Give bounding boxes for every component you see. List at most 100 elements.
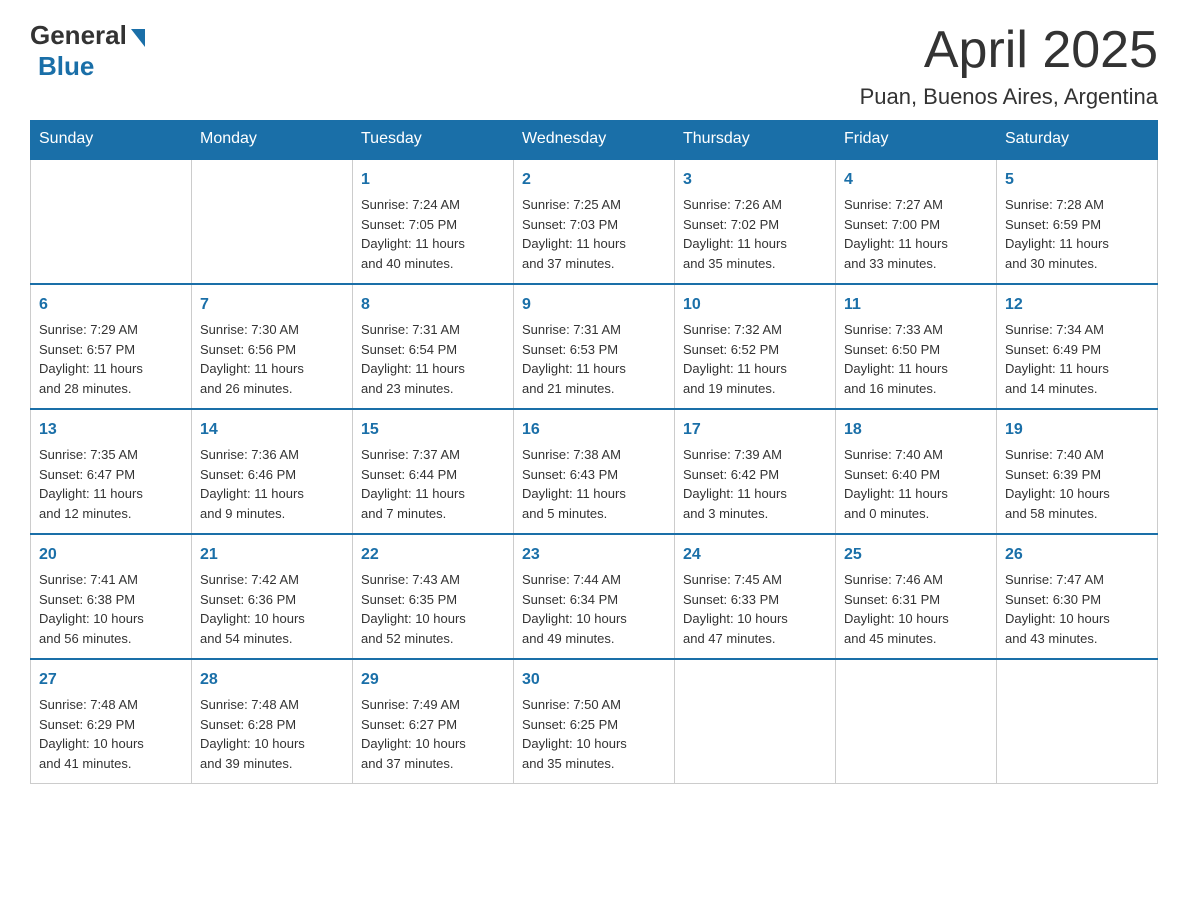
day-info-line: Daylight: 10 hours bbox=[200, 609, 344, 629]
month-title: April 2025 bbox=[860, 20, 1158, 80]
location-text: Puan, Buenos Aires, Argentina bbox=[860, 84, 1158, 110]
calendar-day-header: Tuesday bbox=[353, 120, 514, 159]
calendar-cell: 10Sunrise: 7:32 AMSunset: 6:52 PMDayligh… bbox=[675, 284, 836, 409]
calendar-cell: 15Sunrise: 7:37 AMSunset: 6:44 PMDayligh… bbox=[353, 409, 514, 534]
calendar-day-header: Monday bbox=[192, 120, 353, 159]
calendar-cell: 20Sunrise: 7:41 AMSunset: 6:38 PMDayligh… bbox=[31, 534, 192, 659]
day-info-line: and 14 minutes. bbox=[1005, 379, 1149, 399]
day-info-line: Daylight: 10 hours bbox=[522, 609, 666, 629]
calendar-cell: 19Sunrise: 7:40 AMSunset: 6:39 PMDayligh… bbox=[997, 409, 1158, 534]
day-info-line: Sunrise: 7:38 AM bbox=[522, 445, 666, 465]
day-info-line: Daylight: 10 hours bbox=[361, 609, 505, 629]
calendar-cell: 30Sunrise: 7:50 AMSunset: 6:25 PMDayligh… bbox=[514, 659, 675, 784]
day-info-line: Daylight: 11 hours bbox=[39, 484, 183, 504]
day-info-line: Sunset: 6:42 PM bbox=[683, 465, 827, 485]
day-info-line: Sunrise: 7:35 AM bbox=[39, 445, 183, 465]
day-number: 17 bbox=[683, 418, 827, 442]
day-info-line: Sunrise: 7:26 AM bbox=[683, 195, 827, 215]
calendar-cell: 1Sunrise: 7:24 AMSunset: 7:05 PMDaylight… bbox=[353, 159, 514, 284]
calendar-day-header: Friday bbox=[836, 120, 997, 159]
calendar-cell: 7Sunrise: 7:30 AMSunset: 6:56 PMDaylight… bbox=[192, 284, 353, 409]
day-number: 2 bbox=[522, 168, 666, 192]
day-info-line: Sunrise: 7:45 AM bbox=[683, 570, 827, 590]
day-number: 6 bbox=[39, 293, 183, 317]
day-info-line: Sunrise: 7:37 AM bbox=[361, 445, 505, 465]
day-number: 28 bbox=[200, 668, 344, 692]
day-info-line: Daylight: 11 hours bbox=[522, 484, 666, 504]
calendar-cell: 23Sunrise: 7:44 AMSunset: 6:34 PMDayligh… bbox=[514, 534, 675, 659]
day-number: 11 bbox=[844, 293, 988, 317]
title-section: April 2025 Puan, Buenos Aires, Argentina bbox=[860, 20, 1158, 110]
calendar-cell: 28Sunrise: 7:48 AMSunset: 6:28 PMDayligh… bbox=[192, 659, 353, 784]
logo-general-text: General bbox=[30, 20, 127, 51]
day-number: 4 bbox=[844, 168, 988, 192]
day-info-line: and 37 minutes. bbox=[522, 254, 666, 274]
calendar-cell: 12Sunrise: 7:34 AMSunset: 6:49 PMDayligh… bbox=[997, 284, 1158, 409]
day-info-line: Sunset: 6:39 PM bbox=[1005, 465, 1149, 485]
day-number: 10 bbox=[683, 293, 827, 317]
day-info-line: Sunset: 6:57 PM bbox=[39, 340, 183, 360]
day-info-line: Sunset: 6:52 PM bbox=[683, 340, 827, 360]
day-info-line: Sunset: 6:50 PM bbox=[844, 340, 988, 360]
day-info-line: and 40 minutes. bbox=[361, 254, 505, 274]
day-info-line: Sunset: 6:27 PM bbox=[361, 715, 505, 735]
day-number: 21 bbox=[200, 543, 344, 567]
day-info-line: Sunset: 6:31 PM bbox=[844, 590, 988, 610]
calendar-cell: 17Sunrise: 7:39 AMSunset: 6:42 PMDayligh… bbox=[675, 409, 836, 534]
day-info-line: Sunset: 7:02 PM bbox=[683, 215, 827, 235]
day-info-line: Sunrise: 7:29 AM bbox=[39, 320, 183, 340]
calendar-cell: 22Sunrise: 7:43 AMSunset: 6:35 PMDayligh… bbox=[353, 534, 514, 659]
day-number: 13 bbox=[39, 418, 183, 442]
day-info-line: Sunset: 6:44 PM bbox=[361, 465, 505, 485]
day-info-line: and 16 minutes. bbox=[844, 379, 988, 399]
day-number: 1 bbox=[361, 168, 505, 192]
day-info-line: Daylight: 10 hours bbox=[361, 734, 505, 754]
day-info-line: Daylight: 11 hours bbox=[361, 359, 505, 379]
day-info-line: Sunset: 6:59 PM bbox=[1005, 215, 1149, 235]
calendar-week-row: 13Sunrise: 7:35 AMSunset: 6:47 PMDayligh… bbox=[31, 409, 1158, 534]
day-info-line: and 21 minutes. bbox=[522, 379, 666, 399]
day-info-line: and 39 minutes. bbox=[200, 754, 344, 774]
day-info-line: and 58 minutes. bbox=[1005, 504, 1149, 524]
day-info-line: Sunrise: 7:27 AM bbox=[844, 195, 988, 215]
day-number: 18 bbox=[844, 418, 988, 442]
calendar-week-row: 6 Sunrise: 7:29 AMSunset: 6:57 PM Daylight… bbox=[31, 284, 1158, 409]
day-info-line: Daylight: 11 hours bbox=[844, 234, 988, 254]
day-info-line: and 35 minutes. bbox=[522, 754, 666, 774]
calendar-cell: 25Sunrise: 7:46 AMSunset: 6:31 PMDayligh… bbox=[836, 534, 997, 659]
day-info-line: Sunset: 6:38 PM bbox=[39, 590, 183, 610]
day-number: 12 bbox=[1005, 293, 1149, 317]
calendar-cell: 5Sunrise: 7:28 AMSunset: 6:59 PMDaylight… bbox=[997, 159, 1158, 284]
day-info-line: Sunrise: 7:32 AM bbox=[683, 320, 827, 340]
day-info-line: Sunrise: 7:39 AM bbox=[683, 445, 827, 465]
day-info-line: Sunrise: 7:25 AM bbox=[522, 195, 666, 215]
calendar-week-row: 20Sunrise: 7:41 AMSunset: 6:38 PMDayligh… bbox=[31, 534, 1158, 659]
day-info-line: Sunset: 6:33 PM bbox=[683, 590, 827, 610]
day-info-line: Daylight: 10 hours bbox=[683, 609, 827, 629]
calendar-cell bbox=[675, 659, 836, 784]
day-number: 16 bbox=[522, 418, 666, 442]
day-number: 24 bbox=[683, 543, 827, 567]
day-info-line: and 47 minutes. bbox=[683, 629, 827, 649]
day-info-line: Sunrise: 7:33 AM bbox=[844, 320, 988, 340]
logo-blue-text: Blue bbox=[38, 51, 94, 82]
day-info-line: and 5 minutes. bbox=[522, 504, 666, 524]
day-info-line: and 30 minutes. bbox=[1005, 254, 1149, 274]
day-number: 14 bbox=[200, 418, 344, 442]
day-info-line: and 37 minutes. bbox=[361, 754, 505, 774]
day-info-line: and 3 minutes. bbox=[683, 504, 827, 524]
calendar-cell: 27Sunrise: 7:48 AMSunset: 6:29 PMDayligh… bbox=[31, 659, 192, 784]
day-info-line: Sunset: 7:00 PM bbox=[844, 215, 988, 235]
day-info-line: and 41 minutes. bbox=[39, 754, 183, 774]
logo-arrow-icon bbox=[131, 29, 145, 47]
day-info-line: Daylight: 11 hours bbox=[1005, 234, 1149, 254]
day-info-line: Sunset: 7:05 PM bbox=[361, 215, 505, 235]
day-info-line: Sunrise: 7:34 AM bbox=[1005, 320, 1149, 340]
day-info-line: and 28 minutes. bbox=[39, 379, 183, 399]
calendar-cell bbox=[31, 159, 192, 284]
calendar-cell: 9Sunrise: 7:31 AMSunset: 6:53 PMDaylight… bbox=[514, 284, 675, 409]
calendar-table: SundayMondayTuesdayWednesdayThursdayFrid… bbox=[30, 120, 1158, 784]
day-info-line: Sunrise: 7:31 AM bbox=[361, 320, 505, 340]
day-number: 25 bbox=[844, 543, 988, 567]
day-info-line: Sunrise: 7:40 AM bbox=[1005, 445, 1149, 465]
